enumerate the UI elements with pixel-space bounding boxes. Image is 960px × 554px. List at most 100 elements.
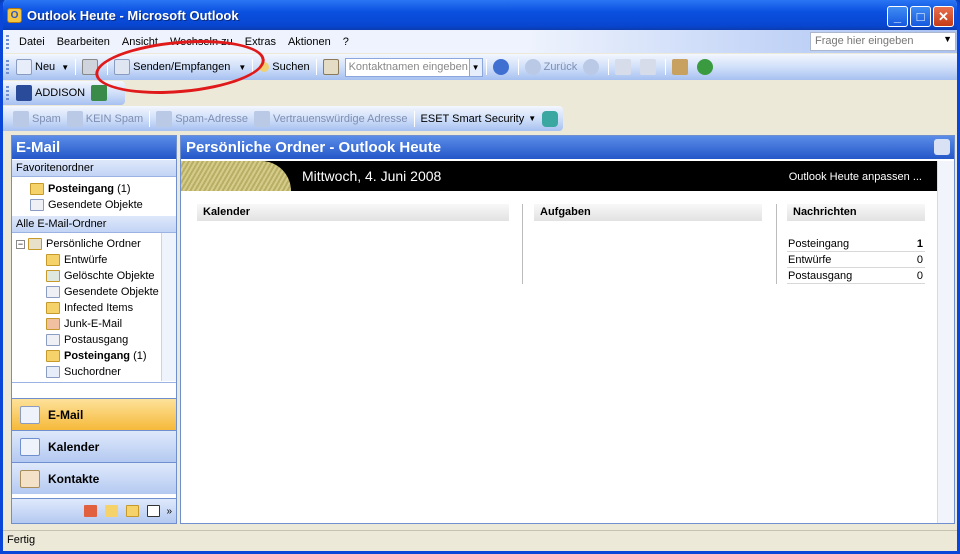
message-row-label: Posteingang — [788, 238, 850, 250]
folder-drafts[interactable]: Entwürfe — [12, 252, 176, 268]
calendar-header[interactable]: Kalender — [197, 204, 509, 221]
folder-list-icon[interactable] — [126, 505, 140, 517]
toolbar-grip[interactable] — [6, 60, 9, 74]
window-title: Outlook Heute - Microsoft Outlook — [27, 7, 239, 23]
forward-button[interactable] — [580, 56, 605, 78]
favorite-inbox-label: Posteingang — [48, 183, 115, 195]
status-bar: Fertig — [3, 530, 957, 551]
minimize-button[interactable]: _ — [887, 6, 908, 27]
shortcuts-icon[interactable] — [147, 505, 161, 517]
folder-deleted[interactable]: Gelöschte Objekte — [12, 268, 176, 284]
favorite-inbox-count: (1) — [117, 183, 131, 195]
folder-sent[interactable]: Gesendete Objekte — [12, 284, 176, 300]
eset-logo-button[interactable] — [539, 108, 564, 130]
help-search-input[interactable]: Frage hier eingeben ▼ — [810, 32, 956, 51]
eset-toolbar: Spam KEIN Spam Spam-Adresse Vertrauenswü… — [3, 106, 563, 131]
message-row-inbox[interactable]: Posteingang 1 — [787, 236, 925, 252]
nav-button-contacts[interactable]: Kontakte — [12, 462, 176, 494]
spam-icon — [13, 110, 29, 127]
nav-button-mail[interactable]: E-Mail — [12, 398, 176, 430]
chevron-down-icon[interactable]: ▼ — [61, 63, 69, 72]
contact-name-input[interactable]: Kontaktnamen eingeben ▼ — [344, 57, 483, 77]
new-button[interactable]: Neu ▼ — [13, 56, 72, 78]
new-mail-icon — [16, 59, 32, 75]
messages-section: Nachrichten Posteingang 1 Entwürfe 0 Posta… — [787, 204, 925, 284]
chevron-down-icon[interactable]: ▼ — [943, 34, 952, 44]
toolbar-grip[interactable] — [6, 34, 9, 49]
message-row-count: 0 — [916, 270, 923, 282]
eset-logo-icon — [542, 110, 559, 127]
favorite-sent-label: Gesendete Objekte — [48, 199, 143, 211]
stop-icon — [615, 59, 632, 75]
refresh-icon — [640, 59, 657, 75]
customize-outlook-today-link[interactable]: Outlook Heute anpassen ... — [789, 171, 922, 183]
tasks-section: Aufgaben — [534, 204, 762, 221]
folder-search[interactable]: Suchordner — [12, 364, 176, 380]
addison-label: ADDISON — [35, 87, 86, 99]
message-row-drafts[interactable]: Entwürfe 0 — [787, 252, 925, 268]
address-book-icon — [322, 59, 339, 75]
favorites-header[interactable]: Favoritenordner — [12, 159, 176, 177]
menu-aktionen[interactable]: Aktionen — [282, 36, 337, 48]
nav-shortcut-bar: » — [12, 498, 176, 523]
nav-button-calendar-label: Kalender — [48, 439, 100, 454]
not-spam-icon — [66, 110, 83, 127]
home-button[interactable] — [669, 56, 694, 78]
all-folders-header[interactable]: Alle E-Mail-Ordner — [12, 215, 176, 233]
stop-button[interactable] — [612, 56, 637, 78]
favorite-inbox[interactable]: Posteingang (1) — [30, 181, 176, 197]
nav-button-calendar[interactable]: Kalender — [12, 430, 176, 462]
collapse-icon[interactable]: − — [16, 239, 25, 249]
calendar-icon — [20, 437, 40, 456]
help-button[interactable] — [490, 56, 515, 78]
chevron-down-icon[interactable]: ▼ — [468, 58, 482, 76]
spam-label: Spam — [32, 112, 61, 125]
eset-menu-button[interactable]: ESET Smart Security ▼ — [418, 108, 540, 130]
web-search-button[interactable] — [694, 56, 719, 78]
eset-label: ESET Smart Security — [420, 112, 525, 125]
address-book-button[interactable] — [320, 56, 345, 78]
menu-bearbeiten[interactable]: Bearbeiten — [51, 36, 116, 48]
outlook-app-icon[interactable]: O — [7, 7, 22, 23]
chevron-down-icon[interactable]: ▼ — [528, 114, 536, 123]
folder-outbox[interactable]: Postausgang — [12, 332, 176, 348]
folder-settings-icon[interactable] — [934, 139, 950, 155]
addison-button[interactable]: ADDISON — [13, 82, 88, 104]
configure-buttons-icon[interactable]: » — [166, 506, 172, 517]
folder-label: Gelöschte Objekte — [64, 270, 155, 282]
status-text: Fertig — [7, 534, 36, 546]
tasks-header[interactable]: Aufgaben — [534, 204, 762, 221]
outbox-icon — [46, 334, 60, 346]
folder-label: Junk-E-Mail — [64, 318, 123, 330]
back-button[interactable]: Zurück — [522, 56, 581, 78]
folder-junk[interactable]: Junk-E-Mail — [12, 316, 176, 332]
favorite-sent[interactable]: Gesendete Objekte — [30, 197, 176, 213]
refresh-button[interactable] — [637, 56, 662, 78]
separator — [485, 59, 487, 75]
home-icon — [672, 59, 689, 75]
folder-inbox[interactable]: Posteingang (1) — [12, 348, 176, 364]
menu-help[interactable]: ? — [337, 36, 355, 48]
close-button[interactable]: ✕ — [933, 6, 954, 27]
tree-root[interactable]: − Persönliche Ordner — [12, 236, 176, 252]
nav-pane-title: E-Mail — [12, 136, 176, 159]
web-search-icon — [697, 59, 714, 75]
spam-button[interactable]: Spam — [10, 108, 64, 130]
messages-header[interactable]: Nachrichten — [787, 204, 925, 221]
spam-address-button[interactable]: Spam-Adresse — [153, 108, 251, 130]
folder-label: Suchordner — [64, 366, 121, 378]
not-spam-button[interactable]: KEIN Spam — [64, 108, 146, 130]
notes-icon[interactable] — [105, 505, 119, 517]
title-bar[interactable]: O Outlook Heute - Microsoft Outlook _ □ … — [3, 0, 957, 30]
folder-infected[interactable]: Infected Items — [12, 300, 176, 316]
menu-datei[interactable]: Datei — [13, 36, 51, 48]
outlook-today-pane: Persönliche Ordner - Outlook Heute Mittw… — [180, 135, 955, 524]
maximize-button[interactable]: □ — [910, 6, 931, 27]
trusted-address-button[interactable]: Vertrauenswürdige Adresse — [251, 108, 411, 130]
main-scrollbar[interactable] — [937, 161, 954, 523]
tasks-icon[interactable] — [84, 505, 98, 517]
folder-tree-scrollbar[interactable] — [161, 233, 176, 381]
message-row-outbox[interactable]: Postausgang 0 — [787, 268, 925, 284]
search-label: Suchen — [272, 61, 310, 73]
toolbar-grip[interactable] — [6, 86, 9, 100]
